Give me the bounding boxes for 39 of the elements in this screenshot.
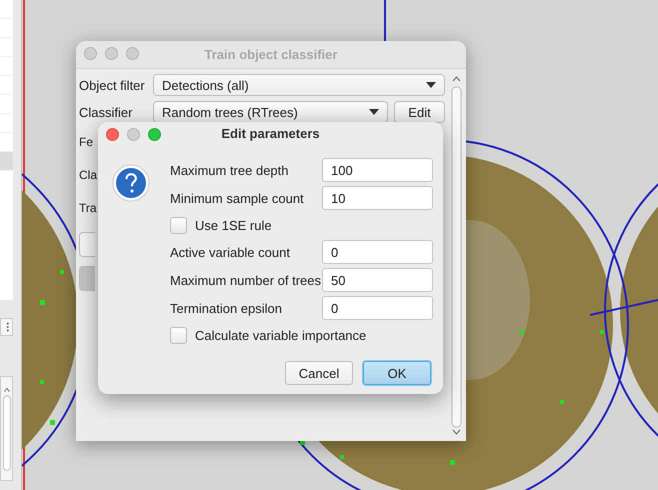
field-label: Tra bbox=[79, 201, 97, 215]
field-label: Object filter bbox=[79, 78, 146, 92]
minimize-button[interactable] bbox=[127, 128, 140, 141]
field-label: Fe bbox=[79, 135, 94, 149]
dropdown[interactable]: Detections (all) bbox=[153, 74, 445, 96]
checkbox-label: Use 1SE rule bbox=[195, 218, 272, 232]
field-label: Termination epsilon bbox=[170, 300, 284, 316]
window-title: Train object classifier bbox=[204, 47, 338, 62]
scrollbar[interactable] bbox=[0, 376, 13, 481]
dropdown[interactable]: Random trees (RTrees) bbox=[153, 101, 388, 123]
input-field[interactable]: 0 bbox=[322, 296, 433, 320]
caret-icon bbox=[369, 109, 379, 115]
more-icon[interactable] bbox=[0, 318, 13, 336]
close-button[interactable] bbox=[106, 128, 119, 141]
caret-icon bbox=[426, 82, 436, 88]
field-label: Classifier bbox=[79, 104, 134, 120]
checkbox-label: Calculate variable importance bbox=[195, 328, 366, 342]
zoom-button[interactable] bbox=[148, 128, 161, 141]
button[interactable] bbox=[79, 232, 95, 257]
input-field[interactable]: 10 bbox=[322, 186, 433, 210]
field-label: Maximum number of trees bbox=[170, 272, 322, 288]
field-label: Active variable count bbox=[170, 244, 291, 260]
input-field[interactable]: 0 bbox=[322, 240, 433, 264]
cancel-button[interactable]: Cancel bbox=[285, 361, 353, 385]
close-button[interactable] bbox=[84, 47, 97, 60]
edit-button[interactable]: Edit bbox=[394, 101, 445, 123]
field-label: Minimum sample count bbox=[170, 190, 305, 206]
help-icon bbox=[112, 164, 150, 202]
button[interactable] bbox=[79, 266, 95, 291]
field-label: Maximum tree depth bbox=[170, 162, 290, 178]
input-field[interactable]: 50 bbox=[322, 268, 433, 292]
dialog-title: Edit parameters bbox=[221, 126, 320, 140]
field-label: Cla bbox=[79, 168, 98, 182]
input-field[interactable]: 100 bbox=[322, 158, 433, 182]
checkbox[interactable] bbox=[170, 216, 187, 234]
minimize-button[interactable] bbox=[105, 47, 118, 60]
zoom-button[interactable] bbox=[126, 47, 139, 60]
checkbox[interactable] bbox=[170, 326, 187, 344]
ok-button[interactable]: OK bbox=[363, 361, 431, 385]
